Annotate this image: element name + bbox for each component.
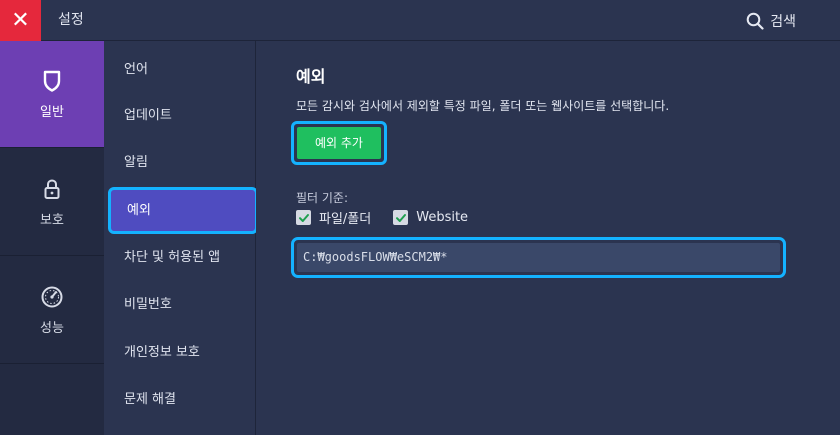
filter-options: 파일/폴더 Website <box>296 208 490 227</box>
window-title: 설정 <box>58 12 84 28</box>
settings-nav: 언어 업데이트 알림 예외 차단 및 허용된 앱 비밀번호 개인정보 보호 문제… <box>104 41 258 435</box>
close-button[interactable]: ✕ <box>0 0 41 41</box>
exception-path-entry[interactable]: C:₩goodsFLOW₩eSCM2₩* <box>297 243 780 272</box>
add-exception-highlight: 예외 추가 <box>291 121 387 165</box>
check-icon <box>298 213 309 222</box>
checkbox-files-folders[interactable] <box>296 210 311 225</box>
filter-website-label: Website <box>416 210 469 225</box>
nav-item-blocked-allowed-apps[interactable]: 차단 및 허용된 앱 <box>104 234 256 281</box>
shield-icon <box>43 70 61 92</box>
speedometer-icon <box>41 286 63 307</box>
search-label: 검색 <box>770 13 796 30</box>
filter-files-folders-label: 파일/폴더 <box>319 212 372 227</box>
nav-item-troubleshooting[interactable]: 문제 해결 <box>104 376 256 423</box>
checkbox-website[interactable] <box>393 210 409 225</box>
filter-files-folders[interactable]: 파일/폴더 <box>296 208 371 227</box>
category-label: 보호 <box>40 212 64 228</box>
close-icon: ✕ <box>11 8 30 33</box>
section-title: 예외 <box>296 67 326 86</box>
exceptions-panel: 예외 모든 감시와 검사에서 제외할 특정 파일, 폴더 또는 웹사이트를 선택… <box>256 41 840 435</box>
search-button[interactable]: 검색 <box>746 0 796 41</box>
add-exception-button[interactable]: 예외 추가 <box>297 127 381 159</box>
title-bar: ✕ 설정 검색 <box>0 0 840 41</box>
check-icon <box>395 213 406 222</box>
nav-item-update[interactable]: 업데이트 <box>104 92 256 139</box>
nav-item-language[interactable]: 언어 <box>104 46 256 93</box>
search-icon <box>746 12 764 30</box>
exception-entry-highlight: C:₩goodsFLOW₩eSCM2₩* <box>291 237 786 278</box>
category-sidebar: 일반 보호 성능 <box>0 41 104 435</box>
category-protection[interactable]: 보호 <box>0 149 104 256</box>
section-description: 모든 감시와 검사에서 제외할 특정 파일, 폴더 또는 웹사이트를 선택합니다… <box>296 99 670 113</box>
category-general[interactable]: 일반 <box>0 41 104 148</box>
category-label: 일반 <box>40 104 64 120</box>
nav-item-privacy[interactable]: 개인정보 보호 <box>104 329 256 376</box>
category-label: 성능 <box>40 320 64 336</box>
nav-item-exceptions[interactable]: 예외 <box>108 187 258 234</box>
filter-website[interactable]: Website <box>393 210 468 225</box>
category-performance[interactable]: 성능 <box>0 257 104 364</box>
nav-item-passwords[interactable]: 비밀번호 <box>104 281 256 328</box>
nav-item-notifications[interactable]: 알림 <box>104 139 256 186</box>
lock-icon <box>44 178 60 199</box>
filter-label: 필터 기준: <box>296 191 349 205</box>
